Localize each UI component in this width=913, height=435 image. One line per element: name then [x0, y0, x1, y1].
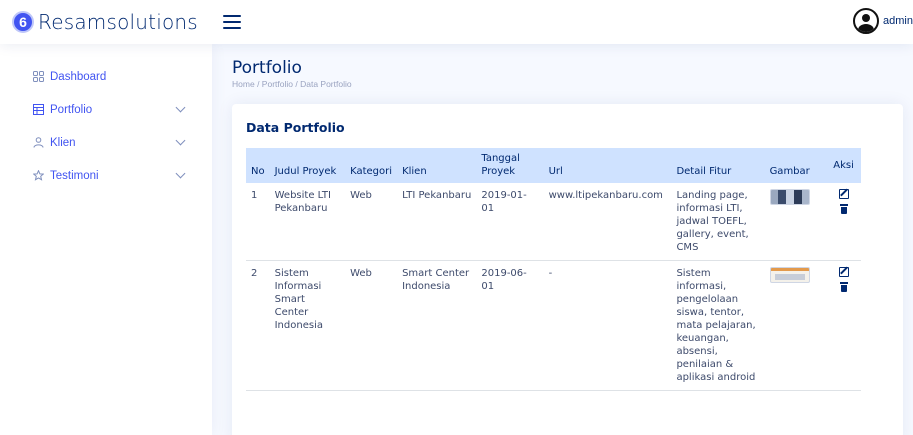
sidebar-item-label: Dashboard	[50, 70, 107, 83]
edit-icon[interactable]	[838, 267, 849, 277]
table-row: 2 Sistem Informasi Smart Center Indonesi…	[246, 260, 861, 391]
sidebar-item-label: Portfolio	[50, 103, 93, 116]
page-title: Portfolio	[232, 58, 302, 78]
cell-judul: Website LTI Pekanbaru	[269, 183, 346, 261]
user-name[interactable]: admin	[883, 15, 913, 27]
cell-kategori: Web	[345, 260, 398, 391]
sidebar-item-klien[interactable]: Klien	[0, 126, 212, 159]
chevron-down-icon[interactable]	[175, 168, 186, 179]
cell-no: 2	[246, 260, 270, 391]
trash-icon[interactable]	[839, 282, 849, 292]
project-thumbnail[interactable]	[769, 189, 810, 205]
page-title-block: Portfolio Home / Portfolio / Data Portfo…	[232, 58, 352, 89]
logo[interactable]: 6 Resamsolutions	[12, 10, 220, 34]
cell-detail: Landing page, informasi LTI, jadwal TOEF…	[671, 183, 765, 261]
portfolio-table: No Judul Proyek Kategori Klien Tanggal P…	[246, 148, 861, 391]
person-icon	[32, 137, 44, 149]
column-header-judul: Judul Proyek	[274, 166, 337, 177]
chevron-down-icon[interactable]	[175, 135, 186, 146]
breadcrumb-portfolio[interactable]: Portfolio	[262, 79, 293, 89]
trash-icon[interactable]	[839, 204, 849, 214]
user-menu[interactable]: admin	[853, 8, 913, 34]
sidebar-item-testimoni[interactable]: Testimoni	[0, 159, 212, 192]
portfolio-card: Data Portfolio No Judul Proyek Kategori …	[232, 104, 903, 435]
column-header-klien: Klien	[402, 166, 427, 177]
cell-tanggal: 2019-06-01	[476, 260, 544, 391]
table-row: 1 Website LTI Pekanbaru Web LTI Pekanbar…	[246, 183, 861, 261]
column-header-detail: Detail Fitur	[676, 166, 732, 177]
top-header: 6 Resamsolutions admin	[0, 0, 913, 44]
cell-klien: LTI Pekanbaru	[397, 183, 477, 261]
hamburger-menu-icon[interactable]	[223, 15, 241, 29]
user-avatar-icon[interactable]	[853, 8, 880, 34]
card-title: Data Portfolio	[246, 120, 345, 135]
column-header-aksi: Aksi	[833, 159, 854, 171]
column-header-no: No	[251, 166, 265, 177]
cell-klien: Smart Center Indonesia	[397, 260, 477, 391]
grid-icon	[32, 71, 44, 83]
column-header-url: Url	[548, 166, 563, 177]
cell-tanggal: 2019-01-01	[476, 183, 544, 261]
breadcrumb-current: Data Portfolio	[300, 79, 352, 89]
sidebar-item-label: Klien	[50, 136, 76, 149]
chevron-down-icon[interactable]	[175, 102, 186, 113]
column-header-gambar: Gambar	[769, 166, 810, 177]
layout-icon	[32, 104, 44, 116]
app-name: Resamsolutions	[38, 10, 198, 34]
cell-no: 1	[246, 183, 270, 261]
project-thumbnail[interactable]	[769, 267, 810, 283]
sidebar: Dashboard Portfolio Klien Testimoni	[0, 44, 212, 435]
cell-detail: Sistem informasi, pengelolaan siswa, ten…	[671, 260, 765, 391]
cell-aksi	[826, 183, 861, 261]
column-header-tanggal: Tanggal Proyek	[481, 153, 520, 177]
column-header-kategori: Kategori	[350, 166, 393, 177]
cell-kategori: Web	[345, 183, 398, 261]
breadcrumb-home[interactable]: Home	[232, 79, 255, 89]
edit-icon[interactable]	[838, 189, 849, 199]
cell-url: www.ltipekanbaru.com	[543, 183, 672, 261]
table-header-row: No Judul Proyek Kategori Klien Tanggal P…	[246, 148, 861, 183]
cell-url: -	[543, 260, 672, 391]
sidebar-item-dashboard[interactable]: Dashboard	[0, 60, 212, 93]
logo-mark: 6	[12, 11, 34, 33]
sidebar-item-label: Testimoni	[50, 169, 99, 182]
star-icon	[32, 170, 44, 182]
sidebar-item-portfolio[interactable]: Portfolio	[0, 93, 212, 126]
cell-judul: Sistem Informasi Smart Center Indonesia	[269, 260, 346, 391]
breadcrumb: Home / Portfolio / Data Portfolio	[232, 79, 352, 89]
cell-gambar	[764, 260, 827, 391]
cell-aksi	[826, 260, 861, 391]
cell-gambar	[764, 183, 827, 261]
